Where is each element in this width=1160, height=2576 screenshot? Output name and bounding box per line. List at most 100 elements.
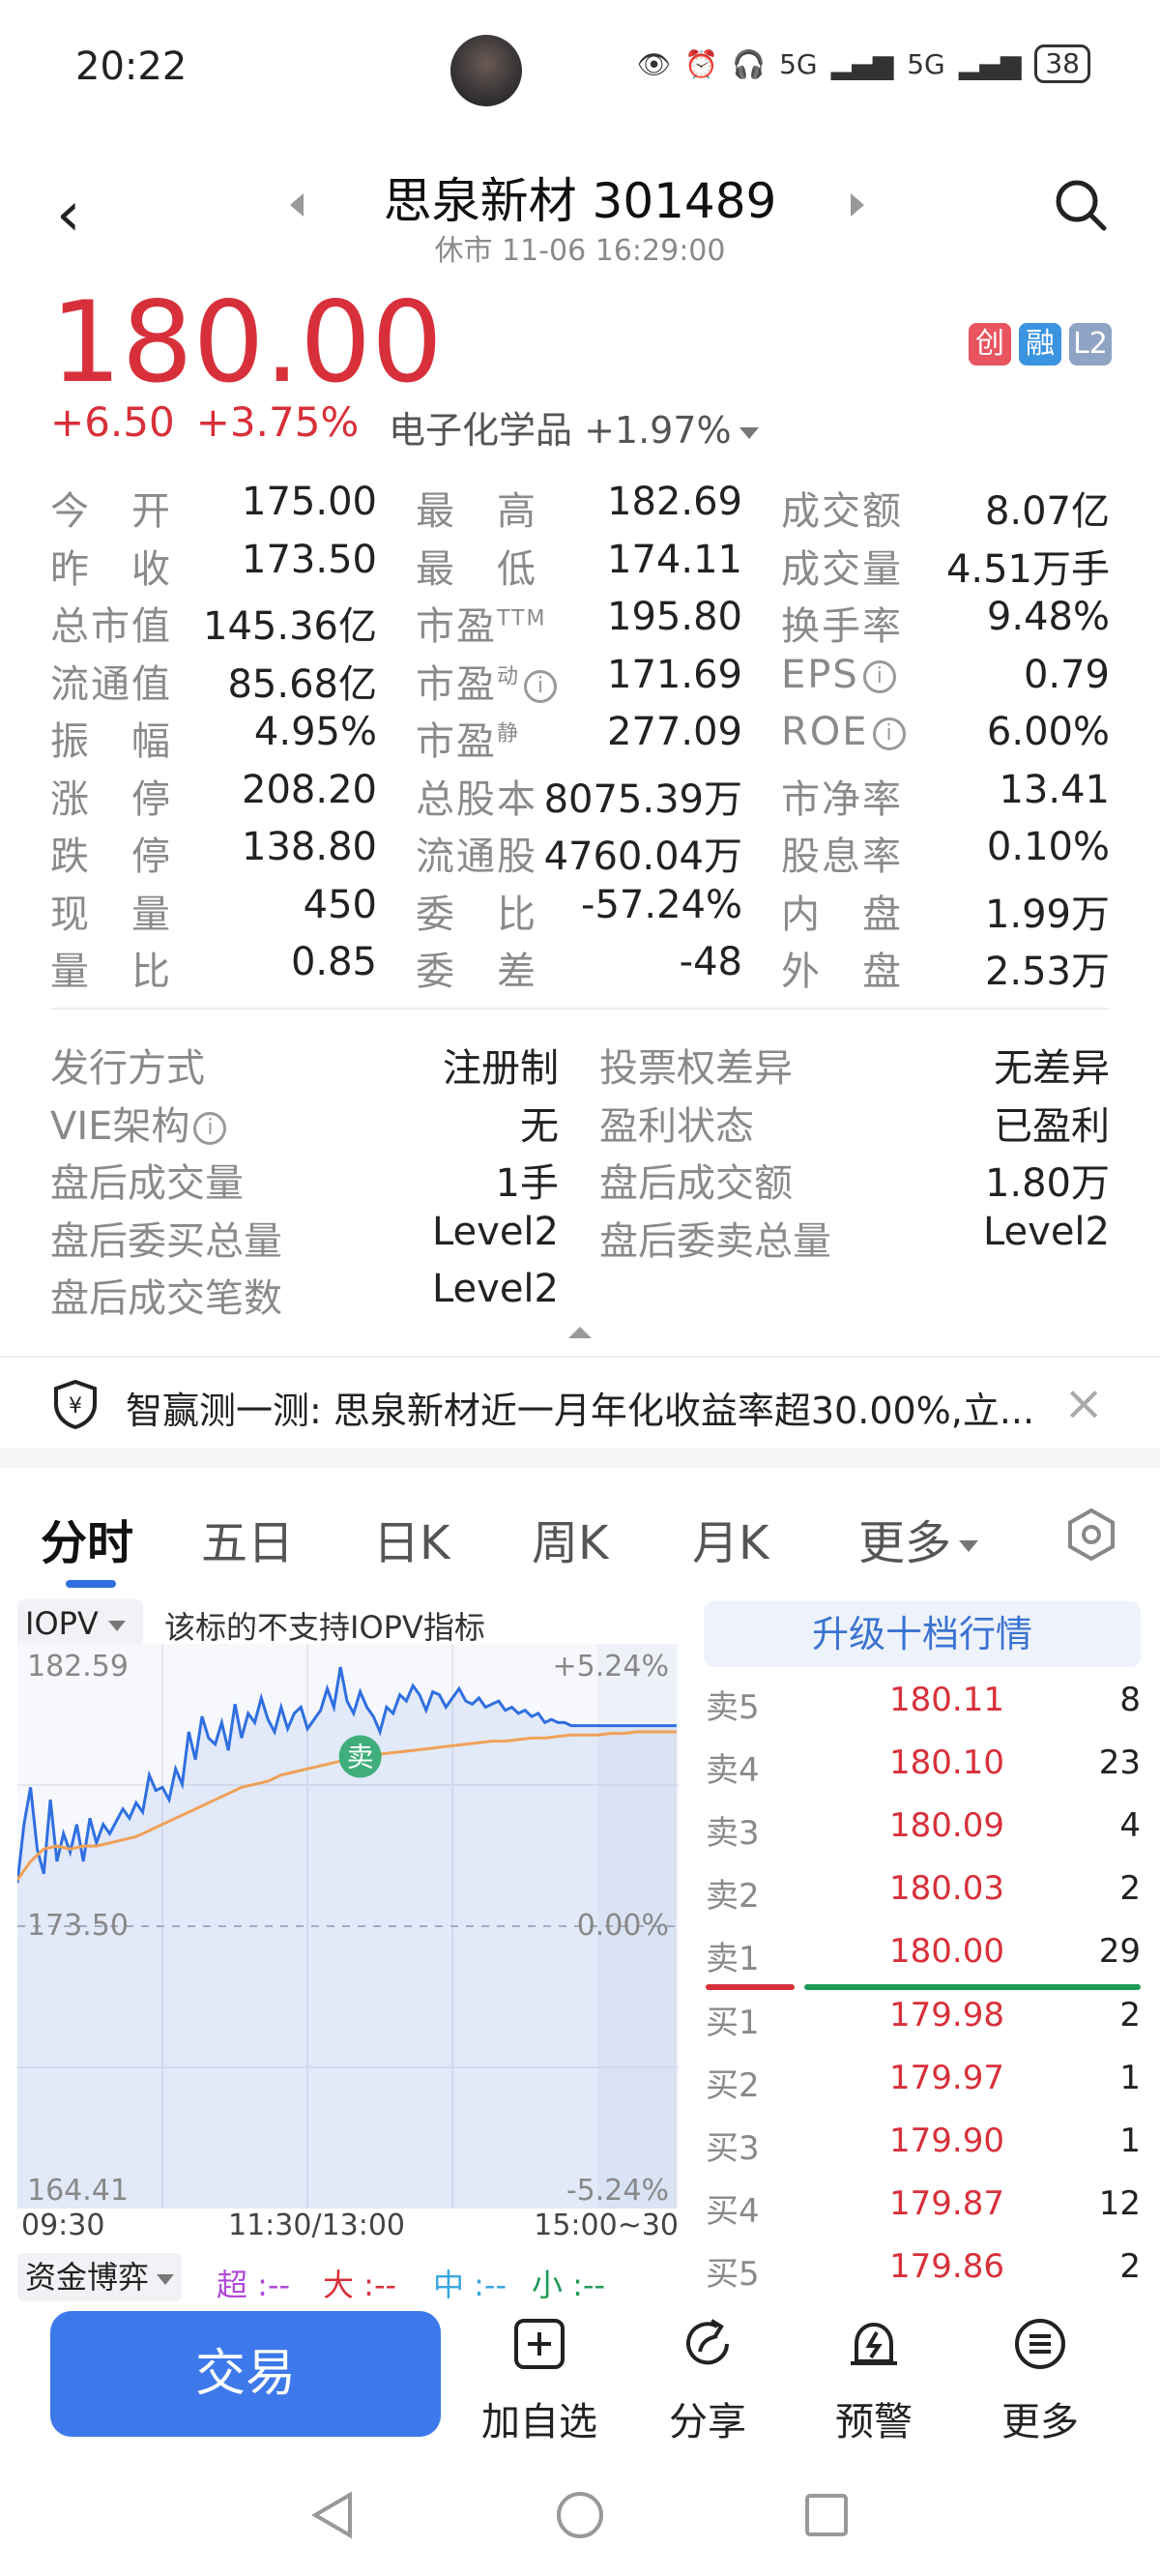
stat-label-text: 最 高 [416, 489, 537, 534]
stat-label-text: 今 开 [50, 489, 172, 534]
extra-label: 盘后成交笔数 [50, 1267, 282, 1323]
buy-sell-ratio-red [706, 1984, 795, 1990]
stat-superscript: TTM [497, 606, 547, 631]
money-flow-label: 资金博弈 [25, 2259, 150, 2296]
iopv-select[interactable]: IOPV [17, 1599, 143, 1648]
upgrade-level2-button[interactable]: 升级十档行情 [704, 1601, 1141, 1667]
extra-row: 盘后成交笔数 Level2 [0, 1267, 1160, 1323]
info-icon[interactable]: i [193, 1111, 227, 1145]
stat-value: 0.10% [986, 825, 1110, 869]
stat-value: 4.51万手 [945, 546, 1110, 592]
stat-label: 外 盘 [781, 940, 903, 996]
tab-item[interactable]: 月K [692, 1505, 768, 1572]
stat-label[interactable]: 市盈动 i [416, 653, 558, 709]
stat-label[interactable]: ROE i [781, 710, 906, 754]
promo-banner[interactable]: ¥ 智赢测一测: 思泉新材近一月年化收益率超30.00%,立... × [0, 1356, 1160, 1449]
stats-row: 流通值 85.68亿 市盈动 i 171.69 EPS i 0.79 [0, 653, 1160, 709]
extra-row: 盘后委买总量 Level2 盘后委卖总量 Level2 [0, 1210, 1160, 1266]
stat-label: 成交量 [781, 538, 903, 594]
share-button[interactable]: 分享 [640, 2311, 775, 2446]
avatar[interactable] [450, 35, 522, 106]
order-book-row[interactable]: 买3 179.90 1 [706, 2122, 1143, 2183]
info-icon[interactable]: i [862, 659, 896, 693]
badges: 创融 L2 [969, 323, 1112, 366]
alert-button[interactable]: 预警 [806, 2311, 942, 2446]
order-book-row[interactable]: 买1 179.98 2 [706, 1996, 1143, 2058]
stat-label: 流通值 [50, 653, 172, 709]
extra-label[interactable]: VIE架构 i [50, 1095, 227, 1151]
back-icon[interactable]: ‹ [56, 184, 81, 246]
stat-label-text: 股息率 [781, 834, 903, 879]
stat-label: 量 比 [50, 940, 172, 996]
stat-label-text: 市盈 [416, 719, 497, 764]
order-book-row[interactable]: 卖5 180.11 8 [706, 1681, 1143, 1742]
stat-label[interactable]: EPS i [781, 653, 896, 697]
stat-label: 股息率 [781, 825, 903, 881]
info-icon[interactable]: i [872, 717, 906, 750]
order-book-row[interactable]: 买2 179.97 1 [706, 2059, 1143, 2121]
tab-item[interactable]: 周K [532, 1505, 608, 1572]
more-button[interactable]: 更多 [972, 2311, 1108, 2446]
nav-home-icon[interactable] [554, 2489, 606, 2541]
page-title: 思泉新材 301489 [383, 173, 777, 229]
iopv-note: 该标的不支持IOPV指标 [164, 1609, 485, 1646]
stat-label: 最 低 [416, 538, 537, 594]
tab-item[interactable]: 更多 [858, 1505, 979, 1572]
status-icons: 👁 ⏰ 🎧 5G ▂▄▆ 5G ▂▄▆ 38 [637, 44, 1090, 83]
ob-price: 180.09 [889, 1806, 1004, 1845]
stat-label-text: 总股本 [416, 776, 537, 822]
pct-max-label: +5.24% [552, 1650, 669, 1683]
ob-level-label: 卖2 [706, 1877, 760, 1916]
stats-row: 昨 收 173.50 最 低 174.11 成交量 4.51万手 [0, 538, 1160, 594]
signal-5g-icon: 5G [779, 47, 818, 80]
chevron-down-icon [107, 1620, 126, 1631]
extra-value[interactable]: Level2 [983, 1210, 1110, 1254]
tab-item[interactable]: 分时 [41, 1505, 133, 1572]
stat-value: 145.36亿 [203, 604, 377, 649]
search-icon[interactable] [1054, 178, 1108, 232]
order-book-row[interactable]: 卖4 180.10 23 [706, 1743, 1143, 1805]
info-icon[interactable]: i [524, 669, 558, 703]
tab-item[interactable]: 五日 [201, 1505, 294, 1572]
order-book-row[interactable]: 卖2 180.03 2 [706, 1869, 1143, 1931]
order-book-row[interactable]: 卖3 180.09 4 [706, 1806, 1143, 1868]
order-book-row[interactable]: 买5 179.86 2 [706, 2247, 1143, 2309]
order-book-row[interactable]: 买4 179.87 12 [706, 2184, 1143, 2246]
ob-level-label: 买3 [706, 2129, 760, 2168]
stat-label: 跌 停 [50, 825, 172, 881]
extra-label: 盘后委卖总量 [599, 1210, 831, 1266]
stat-value: 195.80 [607, 595, 742, 639]
ob-level-label: 买2 [706, 2066, 760, 2105]
nav-back-icon[interactable] [307, 2489, 360, 2541]
ob-price: 179.98 [889, 1996, 1004, 2034]
settings-icon[interactable] [1063, 1507, 1119, 1563]
extra-value: 无差异 [994, 1046, 1110, 1091]
add-watchlist-button[interactable]: 加自选 [472, 2311, 607, 2446]
collapse-icon[interactable] [568, 1327, 592, 1338]
close-icon[interactable]: × [1063, 1375, 1104, 1431]
ob-level-label: 买5 [706, 2255, 760, 2294]
pct-mid-label: 0.00% [576, 1909, 669, 1943]
extra-value[interactable]: Level2 [432, 1210, 559, 1254]
tab-item[interactable]: 日K [373, 1505, 450, 1572]
svg-text:¥: ¥ [69, 1394, 82, 1419]
extra-value[interactable]: Level2 [432, 1267, 559, 1311]
next-stock-icon[interactable] [851, 193, 864, 217]
ob-volume: 12 [1098, 2184, 1141, 2223]
money-flow-select[interactable]: 资金博弈 [17, 2253, 183, 2301]
extra-row: 发行方式 注册制 投票权差异 无差异 [0, 1037, 1160, 1093]
ob-level-label: 买1 [706, 2004, 760, 2042]
ob-volume: 23 [1098, 1743, 1141, 1782]
trade-button[interactable]: 交易 [50, 2311, 441, 2437]
nav-recents-icon[interactable] [800, 2489, 853, 2541]
extra-label-text: 盘后成交额 [599, 1161, 793, 1206]
last-price: 180.00 [50, 278, 443, 408]
stat-label: 市盈TTM [416, 595, 546, 651]
ob-level-label: 卖3 [706, 1814, 760, 1853]
sector-link[interactable]: 电子化学品 +1.97% [389, 400, 759, 454]
sector-text: 电子化学品 +1.97% [389, 409, 732, 452]
buy-sell-ratio-green [804, 1984, 1141, 1990]
stat-label: 流通股 [416, 825, 537, 881]
stat-label: 市盈静 [416, 710, 520, 766]
market-status: 休市 11-06 16:29:00 [434, 234, 726, 268]
